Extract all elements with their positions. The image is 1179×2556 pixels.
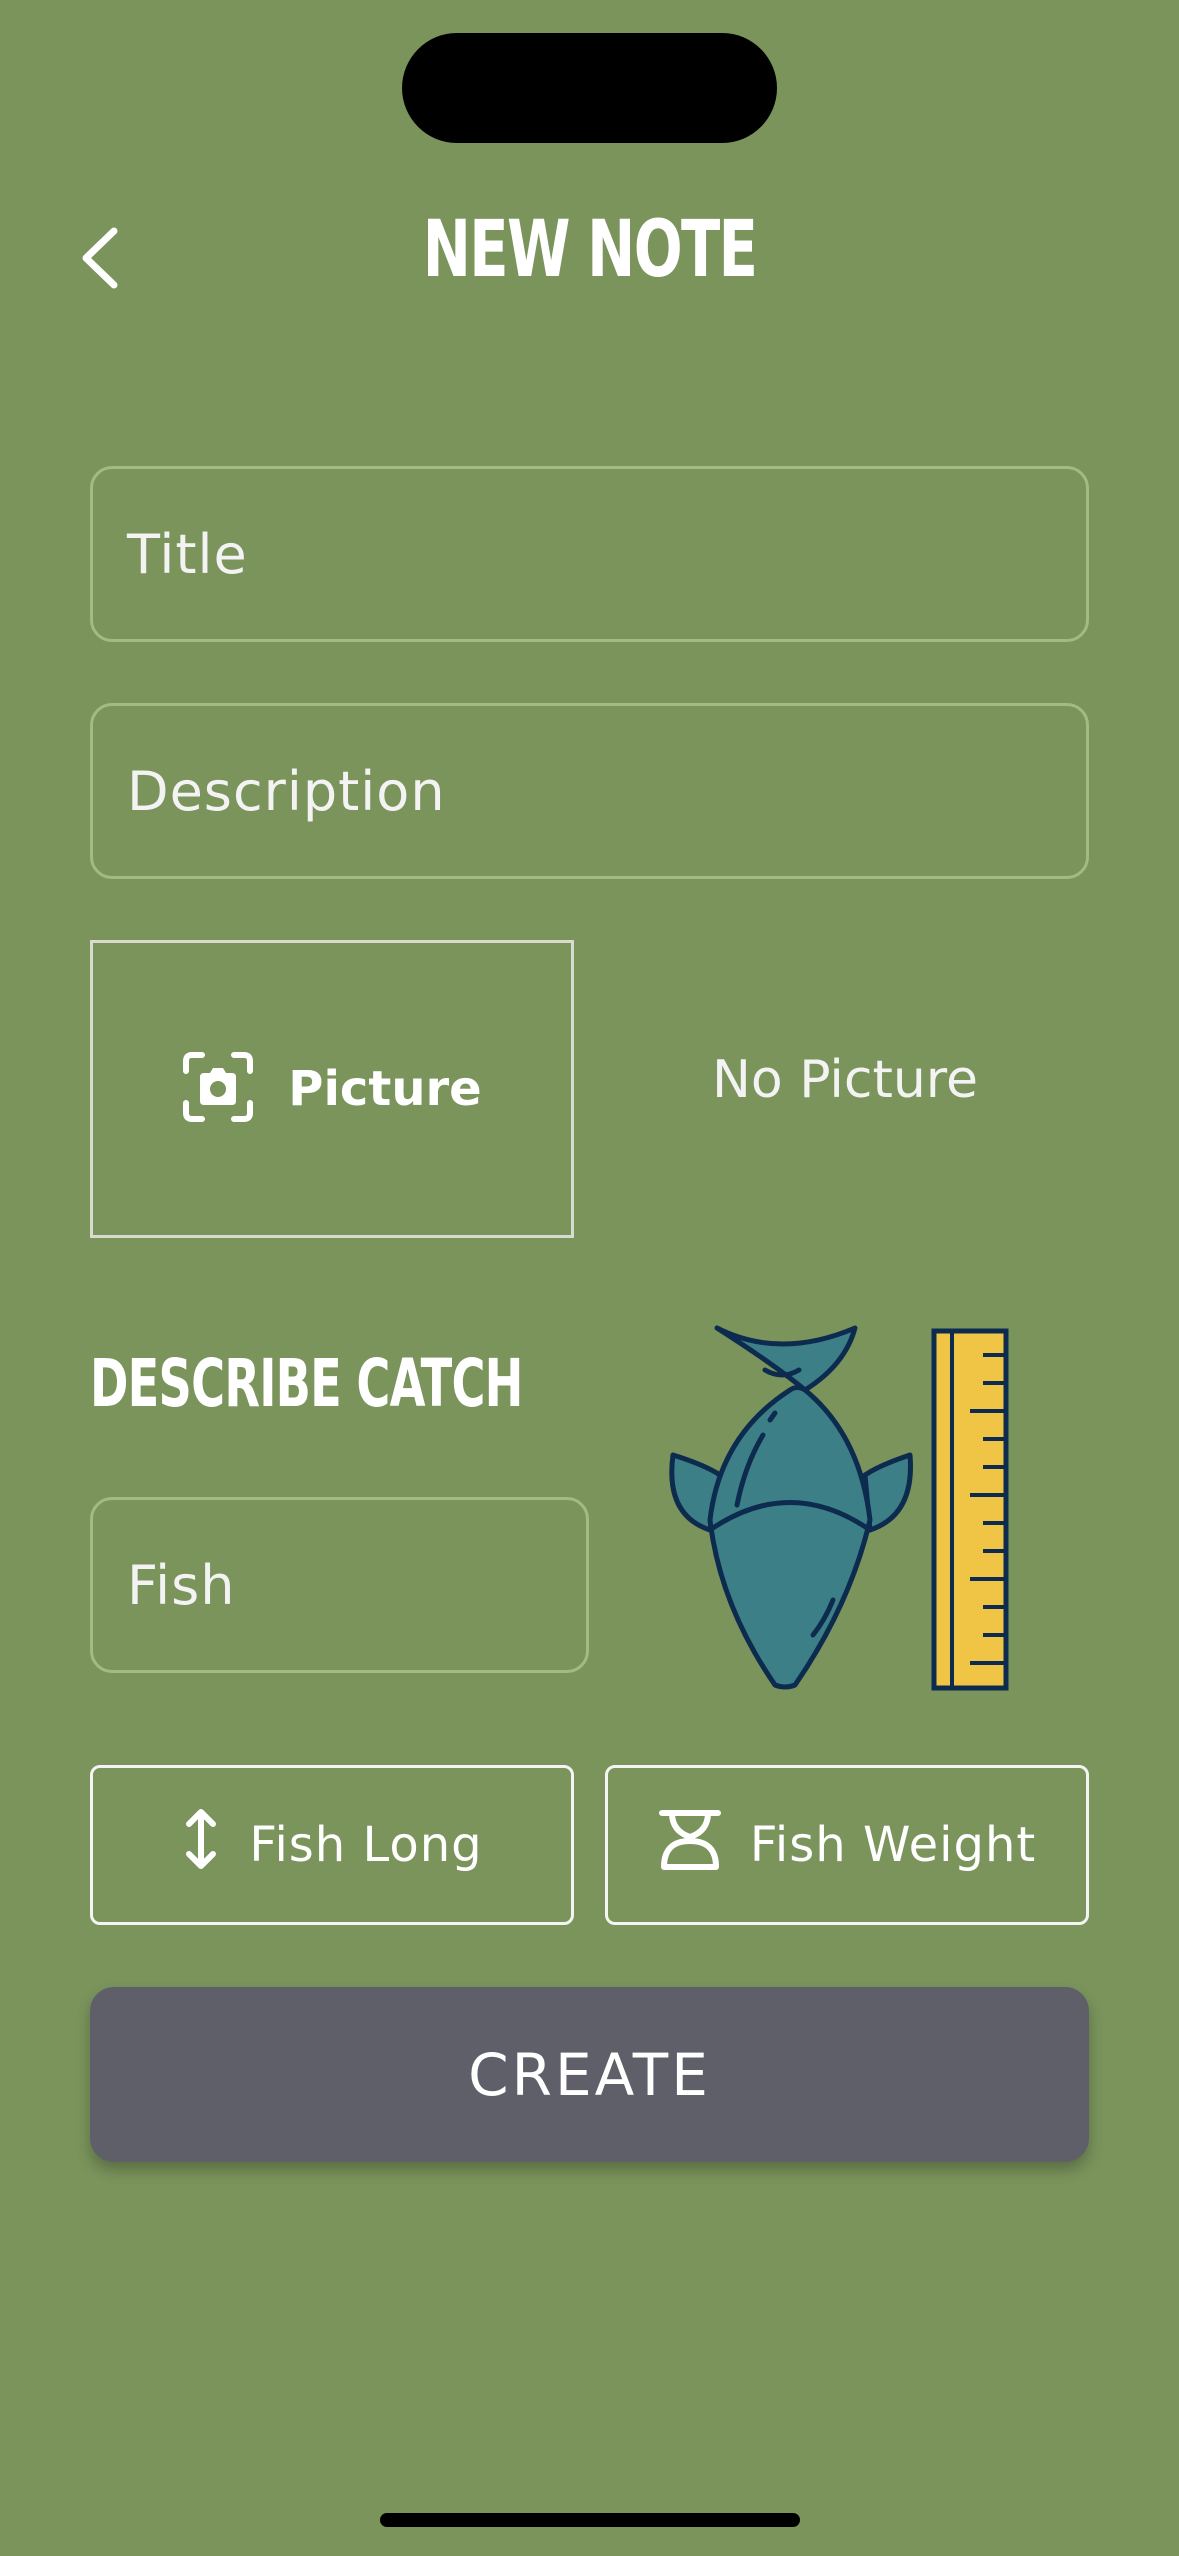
describe-catch-heading: DESCRIBE CATCH [90, 1345, 523, 1422]
page-title: NEW NOTE [422, 205, 758, 295]
no-picture-text: No Picture [711, 1050, 979, 1110]
fish-placeholder: Fish [127, 1553, 236, 1617]
description-input[interactable]: Description [90, 703, 1089, 879]
camera-icon [182, 1051, 254, 1127]
fish-long-label: Fish Long [249, 1817, 483, 1873]
fish-weight-label: Fish Weight [749, 1817, 1037, 1873]
scale-icon [658, 1807, 722, 1883]
description-placeholder: Description [127, 759, 446, 823]
fish-with-ruler-icon [665, 1325, 1015, 1695]
vertical-arrows-icon [181, 1806, 221, 1884]
fish-weight-button[interactable]: Fish Weight [605, 1765, 1089, 1925]
fish-long-button[interactable]: Fish Long [90, 1765, 574, 1925]
title-placeholder: Title [127, 522, 248, 586]
dynamic-island [402, 33, 777, 143]
picture-button-label: Picture [288, 1061, 482, 1117]
picture-button[interactable]: Picture [90, 940, 574, 1238]
title-input[interactable]: Title [90, 466, 1089, 642]
create-button[interactable]: CREATE [90, 1987, 1089, 2162]
home-indicator [380, 2513, 800, 2527]
fish-input[interactable]: Fish [90, 1497, 589, 1673]
